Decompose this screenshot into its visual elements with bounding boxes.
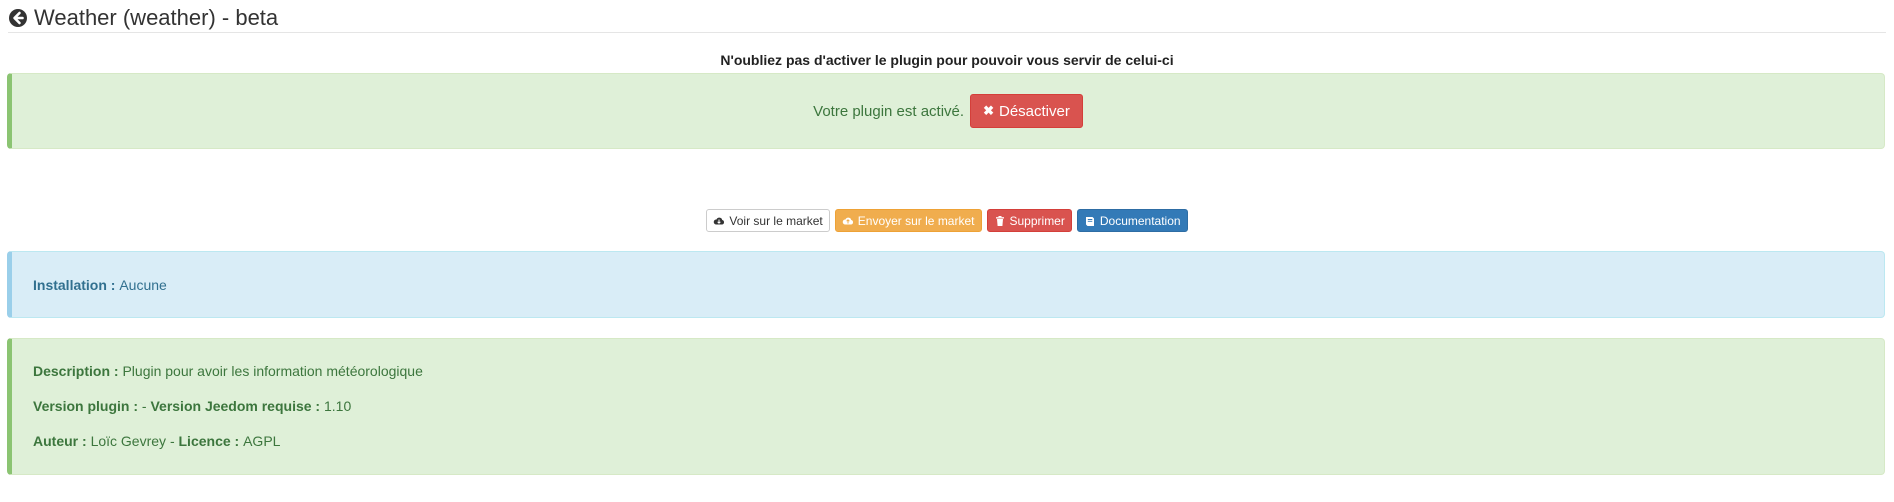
deactivate-button[interactable]: ✖ Désactiver [970, 94, 1083, 128]
description-value: Plugin pour avoir les information météor… [122, 363, 423, 379]
documentation-button[interactable]: Documentation [1076, 209, 1188, 232]
author-label: Auteur : [33, 433, 87, 449]
page-header: Weather (weather) - beta [8, 4, 1886, 33]
arrow-circle-left-icon[interactable] [8, 8, 28, 28]
page-title: Weather (weather) - beta [34, 5, 279, 30]
trash-icon [995, 215, 1004, 226]
book-icon [1085, 216, 1094, 226]
jeedom-version-label: Version Jeedom requise : [150, 398, 321, 414]
status-text: Votre plugin est activé. [813, 102, 965, 120]
author-separator: - [169, 433, 175, 449]
send-market-button[interactable]: Envoyer sur le market [834, 209, 982, 232]
delete-button[interactable]: Supprimer [986, 209, 1072, 232]
installation-label: Installation : [33, 276, 116, 293]
plugin-status-box: Votre plugin est activé. ✖ Désactiver [7, 73, 1885, 149]
view-market-button[interactable]: Voir sur le market [706, 209, 830, 232]
licence-value: AGPL [243, 433, 281, 449]
send-market-label: Envoyer sur le market [857, 213, 975, 228]
description-label: Description : [33, 363, 119, 379]
deactivate-label: Désactiver [998, 102, 1070, 120]
installation-box: Installation : Aucune [7, 251, 1885, 318]
jeedom-version-value: 1.10 [323, 398, 352, 414]
version-label: Version plugin : [33, 398, 139, 414]
cloud-download-icon [714, 217, 725, 224]
author-line: Auteur : Loïc Gevrey - Licence : AGPL [33, 433, 280, 449]
activation-notice: N'oubliez pas d'activer le plugin pour p… [720, 52, 1174, 68]
version-separator: - [141, 398, 147, 414]
view-market-label: Voir sur le market [729, 213, 823, 228]
plugin-actions: Voir sur le market Envoyer sur le market… [0, 209, 1894, 232]
licence-label: Licence : [178, 433, 240, 449]
author-value: Loïc Gevrey [90, 433, 167, 449]
plugin-info-box: Description : Plugin pour avoir les info… [7, 338, 1885, 475]
installation-value: Aucune [119, 276, 167, 293]
cloud-upload-icon [842, 217, 853, 224]
documentation-label: Documentation [1099, 213, 1181, 228]
delete-label: Supprimer [1009, 213, 1065, 228]
times-icon: ✖ [983, 103, 994, 118]
description-line: Description : Plugin pour avoir les info… [33, 363, 423, 379]
version-line: Version plugin : - Version Jeedom requis… [33, 398, 351, 414]
